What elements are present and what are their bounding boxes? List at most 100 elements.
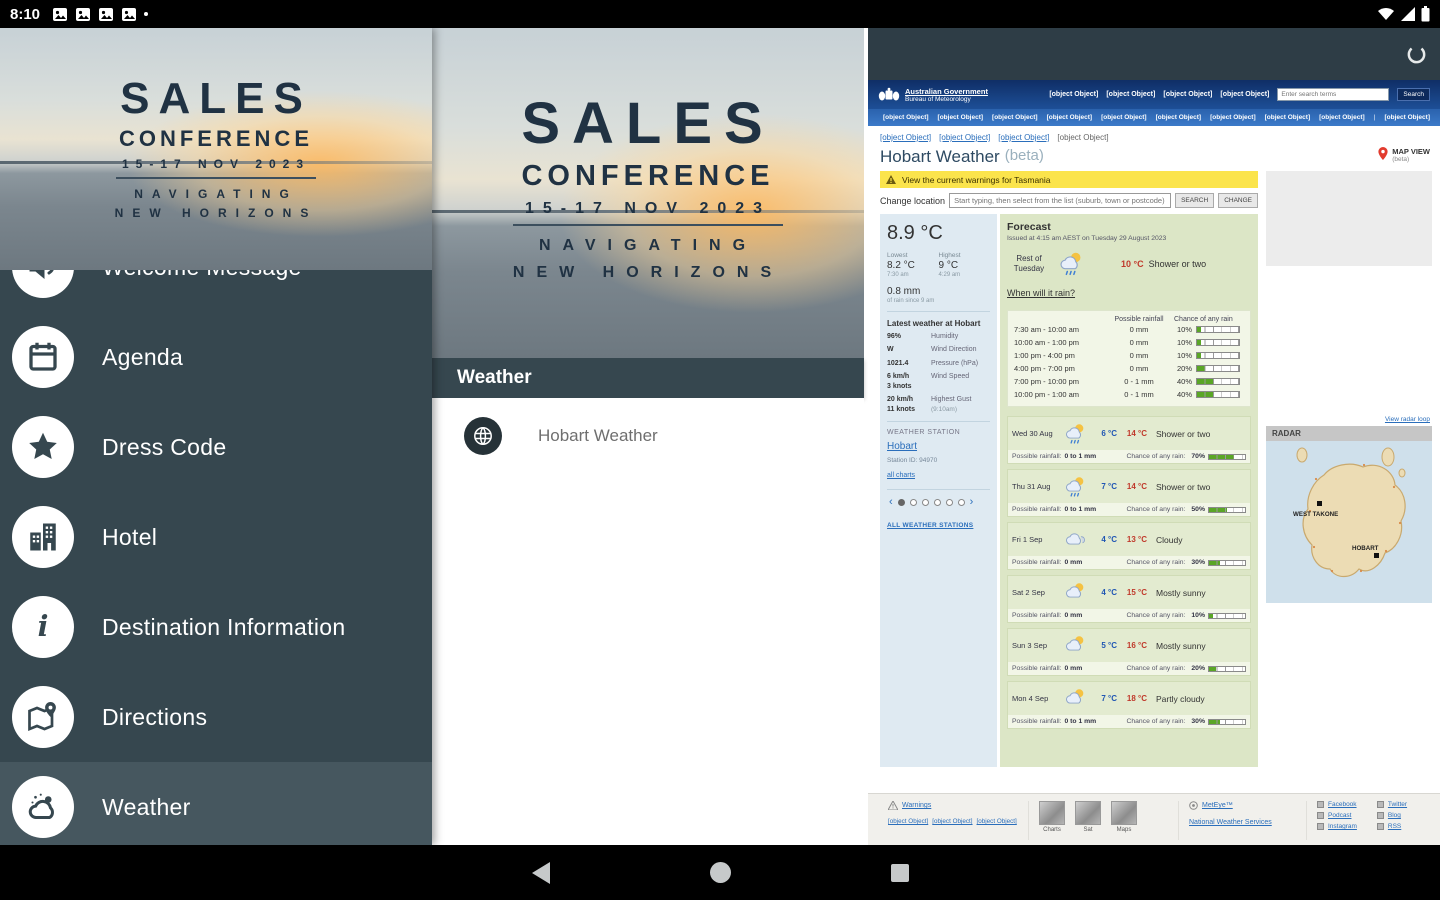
banner-title: SALES [521, 91, 775, 156]
breadcrumb-link[interactable]: [object Object] [998, 133, 1049, 142]
side-button[interactable] [1274, 179, 1424, 195]
carousel-dot[interactable] [945, 499, 953, 507]
drawer-item-directions[interactable]: Directions [0, 672, 432, 762]
thumbnail-image [1111, 801, 1137, 825]
location-change-button[interactable]: CHANGE [1218, 193, 1258, 208]
social-link[interactable]: RSS [1376, 823, 1407, 830]
state-link[interactable]: [object Object] [1210, 114, 1256, 121]
bom-content: [object Object] [object Object] [object Ob… [868, 126, 1440, 793]
footer-thumbnail[interactable]: Charts [1039, 801, 1065, 840]
daily-forecast-card[interactable]: Sat 2 Sep 4 °C 15 °C Mostly sunny Possib… [1007, 575, 1251, 623]
social-icon [1376, 801, 1384, 808]
side-button[interactable] [1274, 200, 1424, 216]
location-search-button[interactable]: SEARCH [1175, 193, 1215, 208]
recents-button[interactable] [890, 863, 909, 882]
state-link[interactable]: [object Object] [938, 114, 984, 121]
footer-link[interactable]: [object Object] [888, 818, 928, 825]
back-button[interactable] [531, 861, 550, 884]
national-weather-services-link[interactable]: National Weather Services [1189, 819, 1272, 826]
state-link[interactable]: [object Object] [992, 114, 1038, 121]
social-links-b: Twitter Blog RSS [1376, 801, 1407, 840]
today-temp: 10 °C [1121, 259, 1144, 269]
drawer-item-dress-code[interactable]: Dress Code [0, 402, 432, 492]
bom-top-link[interactable]: [object Object] [1163, 91, 1212, 98]
side-button[interactable] [1274, 221, 1424, 237]
side-button[interactable] [1274, 242, 1424, 258]
radar-label-hobart: HOBART [1352, 545, 1379, 552]
radar-marker-hobart [1374, 553, 1379, 558]
daily-forecast-card[interactable]: Fri 1 Sep 4 °C 13 °C Cloudy Possible rai… [1007, 522, 1251, 570]
drawer-item-label: Agenda [102, 343, 184, 370]
footer-thumbnail[interactable]: Maps [1111, 801, 1137, 840]
daily-forecast-card[interactable]: Sun 3 Sep 5 °C 16 °C Mostly sunny Possib… [1007, 628, 1251, 676]
drawer-item-hotel[interactable]: Hotel [0, 492, 432, 582]
social-link[interactable]: Podcast [1317, 812, 1357, 819]
carousel-dot[interactable] [897, 499, 905, 507]
carousel-next-icon[interactable]: › [970, 497, 974, 508]
state-link[interactable]: [object Object] [1156, 114, 1202, 121]
bom-top-link[interactable]: [object Object] [1220, 91, 1269, 98]
hourly-rain-rows: 7:30 am - 10:00 am 0 mm 10% 10:00 am - 1… [1014, 323, 1244, 401]
carousel-dot[interactable] [957, 499, 965, 507]
footer-link[interactable]: [object Object] [977, 818, 1017, 825]
weather-stat-row: 20 km/h 11 knots Highest Gust (9:10am) [887, 396, 972, 413]
social-icon [1317, 812, 1324, 819]
hourly-rain-row: 4:00 pm - 7:00 pm 0 mm 20% [1014, 362, 1244, 375]
social-link[interactable]: Instagram [1317, 823, 1357, 830]
state-link[interactable]: [object Object] [1047, 114, 1093, 121]
when-will-it-rain-link[interactable]: When will it rain? [1007, 288, 1075, 298]
meteye-link[interactable]: MetEye™ [1202, 802, 1233, 809]
carousel-dot[interactable] [909, 499, 917, 507]
hobart-weather-list-item[interactable]: Hobart Weather [432, 398, 864, 474]
footer-thumbnail[interactable]: Sat [1075, 801, 1101, 840]
drawer-item-agenda[interactable]: Agenda [0, 312, 432, 402]
station-name-link[interactable]: Hobart [887, 441, 917, 452]
social-link[interactable]: Twitter [1376, 801, 1407, 808]
footer-link[interactable]: [object Object] [932, 818, 972, 825]
bom-header: Australian Government Bureau of Meteorol… [868, 80, 1440, 109]
banner-tagline-2: NEW HORIZONS [512, 264, 784, 282]
current-temperature: 8.9 °C [887, 222, 943, 244]
social-link[interactable]: Facebook [1317, 801, 1357, 808]
warning-banner[interactable]: View the current warnings for Tasmania [880, 171, 1258, 188]
location-search-input[interactable] [949, 193, 1172, 208]
all-charts-link[interactable]: all charts [887, 472, 915, 479]
bom-search-input[interactable] [1277, 88, 1390, 101]
state-link[interactable]: [object Object] [883, 114, 929, 121]
drawer-item-weather[interactable]: Weather [0, 762, 432, 845]
footer-warnings-link[interactable]: Warnings [902, 802, 931, 809]
bom-search-button[interactable]: Search [1397, 88, 1430, 101]
page-title: Hobart Weather [880, 147, 1000, 166]
highest-value: 9 °C [938, 260, 959, 271]
daily-forecast-card[interactable]: Thu 31 Aug 7 °C 14 °C Shower or two Poss… [1007, 469, 1251, 517]
breadcrumb-link[interactable]: [object Object] [880, 133, 931, 142]
state-link[interactable]: [object Object] [1265, 114, 1311, 121]
daily-forecast-card[interactable]: Wed 30 Aug 6 °C 14 °C Shower or two Poss… [1007, 416, 1251, 464]
bom-top-link[interactable]: [object Object] [1049, 91, 1098, 98]
drawer-item-destination-information[interactable]: i Destination Information [0, 582, 432, 672]
state-link[interactable]: [object Object] [1374, 114, 1430, 121]
bom-logo[interactable]: Australian Government Bureau of Meteorol… [878, 87, 988, 103]
radar-marker-west-takone [1317, 501, 1322, 506]
section-header-weather: Weather [432, 358, 864, 398]
message-notification-icon [53, 7, 68, 21]
radar-loop-link[interactable]: View radar loop [1266, 416, 1430, 423]
state-link[interactable]: [object Object] [1101, 114, 1147, 121]
carousel-dot[interactable] [933, 499, 941, 507]
daily-weather-icon [1066, 476, 1084, 497]
all-weather-stations-link[interactable]: ALL WEATHER STATIONS [887, 522, 973, 529]
social-link[interactable]: Blog [1376, 812, 1407, 819]
breadcrumb-link[interactable]: [object Object] [939, 133, 990, 142]
bom-top-link[interactable]: [object Object] [1106, 91, 1155, 98]
breadcrumb-link[interactable]: [object Object] [1057, 133, 1108, 142]
home-button[interactable] [709, 862, 731, 883]
map-view-button[interactable]: MAP VIEW (beta) [1378, 147, 1430, 163]
refresh-spinner-icon[interactable] [1405, 43, 1428, 66]
carousel-prev-icon[interactable]: ‹ [889, 497, 893, 508]
banner-dates: 15-17 NOV 2023 [524, 200, 772, 217]
radar-map[interactable]: WEST TAKONE HOBART [1266, 441, 1432, 603]
latest-weather-stats: 96% Humidity W Wind Direction 1021.4 Pre… [887, 332, 990, 414]
state-link[interactable]: [object Object] [1319, 114, 1365, 121]
daily-forecast-card[interactable]: Mon 4 Sep 7 °C 18 °C Partly cloudy Possi… [1007, 681, 1251, 729]
carousel-dot[interactable] [921, 499, 929, 507]
